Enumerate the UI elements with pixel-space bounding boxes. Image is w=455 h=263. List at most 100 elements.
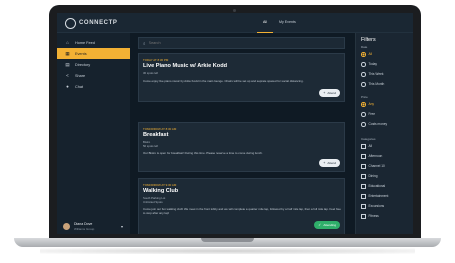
event-date: TOMORROW AT 9:30 AM bbox=[143, 183, 177, 187]
app-logo[interactable]: CONNECTP bbox=[65, 17, 117, 29]
event-card: TODAY AT 8:30 PM Live Piano Music w/ Ark… bbox=[138, 53, 345, 102]
event-title[interactable]: Breakfast bbox=[143, 132, 169, 138]
checkbox[interactable] bbox=[361, 144, 366, 149]
sidebar-item-share[interactable]: < Share bbox=[57, 70, 130, 81]
filter-category-entertainment[interactable]: Entertainment bbox=[361, 194, 388, 199]
sidebar-item-events[interactable]: ▦ Events bbox=[57, 48, 130, 59]
event-spots: 30 spots left bbox=[143, 71, 159, 75]
event-date: TOMORROW AT 8:30 AM bbox=[143, 127, 177, 131]
radio-button[interactable] bbox=[361, 102, 366, 107]
event-title[interactable]: Live Piano Music w/ Arkie Kodd bbox=[143, 63, 227, 69]
tab-all[interactable]: All bbox=[257, 13, 273, 33]
checkbox[interactable] bbox=[361, 154, 366, 159]
attending-button[interactable]: ✓ Attending bbox=[314, 221, 340, 229]
filter-option-label: All bbox=[368, 52, 373, 57]
radio-button[interactable] bbox=[361, 112, 366, 117]
sidebar-item-label: Share bbox=[75, 73, 86, 78]
filter-option-label: Educational bbox=[368, 184, 386, 189]
checkbox[interactable] bbox=[361, 214, 366, 219]
radio-button[interactable] bbox=[361, 62, 366, 67]
sidebar-item-label: Home Feed bbox=[75, 40, 95, 45]
attend-button-label: Attend bbox=[327, 161, 336, 165]
user-name: Diana Dove bbox=[74, 222, 93, 226]
filter-option-label: Fitness bbox=[368, 214, 379, 219]
book-icon: ▤ bbox=[65, 61, 70, 67]
filter-category-educational[interactable]: Educational bbox=[361, 184, 385, 189]
laptop-notch bbox=[201, 238, 254, 242]
event-title[interactable]: Walking Club bbox=[143, 188, 178, 194]
filter-category-channel-10[interactable]: Channel 10 bbox=[361, 164, 385, 169]
sidebar-item-home-feed[interactable]: ⌂ Home Feed bbox=[57, 37, 130, 48]
user-menu[interactable]: Diana Dove Williams Group ▾ bbox=[57, 219, 130, 234]
top-bar: CONNECTP All My Events bbox=[57, 13, 413, 33]
filter-date-today[interactable]: Today bbox=[361, 62, 377, 67]
filter-option-label: This Week bbox=[368, 72, 384, 77]
attending-button-label: Attending bbox=[323, 223, 336, 227]
logo-text: CONNECTP bbox=[79, 20, 118, 26]
sidebar-item-label: Chat bbox=[75, 84, 84, 89]
checkbox[interactable] bbox=[361, 194, 366, 199]
event-description: Come join our fun walking club! We meet … bbox=[143, 207, 341, 215]
plus-icon: + bbox=[323, 91, 326, 95]
attend-button[interactable]: + Attend bbox=[319, 159, 340, 167]
avatar bbox=[63, 223, 70, 230]
checkbox[interactable] bbox=[361, 174, 366, 179]
sidebar-item-chat[interactable]: ● Chat bbox=[57, 81, 130, 92]
checkbox[interactable] bbox=[361, 164, 366, 169]
filter-category-afternoon[interactable]: Afternoon bbox=[361, 154, 382, 159]
home-icon: ⌂ bbox=[66, 40, 69, 45]
search-bar[interactable]: ⌕ bbox=[138, 37, 345, 49]
filter-category-dining[interactable]: Dining bbox=[361, 174, 378, 179]
filter-option-label: Dining bbox=[368, 174, 378, 179]
filter-category-excursions[interactable]: Excursions bbox=[361, 204, 384, 209]
circle-logo-icon bbox=[65, 17, 76, 29]
app-screen: CONNECTP All My Events ⌂ Home Feed ▦ Eve… bbox=[57, 13, 413, 234]
filter-option-label: Free bbox=[368, 112, 376, 117]
events-feed: ⌕ TODAY AT 8:30 PM Live Piano Music w/ A… bbox=[130, 33, 355, 234]
filter-date-all[interactable]: All bbox=[361, 52, 372, 57]
event-spots: Unlimited Spots bbox=[143, 200, 163, 204]
filter-date-this-month[interactable]: This Month bbox=[361, 82, 384, 87]
radio-button[interactable] bbox=[361, 82, 366, 87]
chat-icon: ● bbox=[66, 84, 69, 89]
checkbox[interactable] bbox=[361, 184, 366, 189]
filter-section-date: Date bbox=[361, 45, 368, 49]
check-icon: ✓ bbox=[318, 223, 322, 227]
top-tabs: All My Events bbox=[257, 13, 302, 33]
search-input[interactable] bbox=[148, 41, 329, 45]
laptop-shadow bbox=[40, 248, 415, 254]
filters-title: Filters bbox=[361, 37, 376, 43]
filter-date-this-week[interactable]: This Week bbox=[361, 72, 384, 77]
filter-price-any[interactable]: Any bbox=[361, 102, 374, 107]
filter-option-label: Afternoon bbox=[368, 154, 383, 159]
filter-option-label: All bbox=[368, 144, 373, 149]
sidebar-item-label: Directory bbox=[75, 62, 91, 67]
sidebar: ⌂ Home Feed ▦ Events ▤ Directory < Share… bbox=[57, 33, 130, 234]
radio-button[interactable] bbox=[361, 52, 366, 57]
sidebar-item-directory[interactable]: ▤ Directory bbox=[57, 59, 130, 70]
event-spots: 50 spots left bbox=[143, 144, 159, 148]
user-subtitle: Williams Group bbox=[74, 227, 95, 231]
filter-price-costs-money[interactable]: Costs money bbox=[361, 122, 387, 127]
share-icon: < bbox=[66, 73, 69, 78]
filter-option-label: Excursions bbox=[368, 204, 385, 209]
filter-section-categories: Categories bbox=[361, 137, 376, 141]
calendar-icon: ▦ bbox=[65, 50, 70, 56]
tab-my-events[interactable]: My Events bbox=[273, 13, 302, 33]
event-description: Come enjoy live piano music by Arkie Kod… bbox=[143, 79, 304, 83]
sidebar-item-label: Events bbox=[75, 51, 87, 56]
radio-button[interactable] bbox=[361, 122, 366, 127]
filter-option-label: This Month bbox=[368, 82, 385, 87]
caret-down-icon[interactable]: ▾ bbox=[121, 224, 123, 229]
filter-option-label: Costs money bbox=[368, 122, 388, 127]
filter-category-fitness[interactable]: Fitness bbox=[361, 214, 379, 219]
laptop-frame: CONNECTP All My Events ⌂ Home Feed ▦ Eve… bbox=[0, 0, 455, 263]
checkbox[interactable] bbox=[361, 204, 366, 209]
event-card: TOMORROW AT 9:30 AM Walking Club South P… bbox=[138, 178, 345, 234]
filter-price-free[interactable]: Free bbox=[361, 112, 375, 117]
attend-button[interactable]: + Attend bbox=[319, 89, 340, 97]
radio-button[interactable] bbox=[361, 72, 366, 77]
event-date: TODAY AT 8:30 PM bbox=[143, 58, 169, 62]
filter-option-label: Channel 10 bbox=[368, 164, 385, 169]
filter-category-all[interactable]: All bbox=[361, 144, 372, 149]
